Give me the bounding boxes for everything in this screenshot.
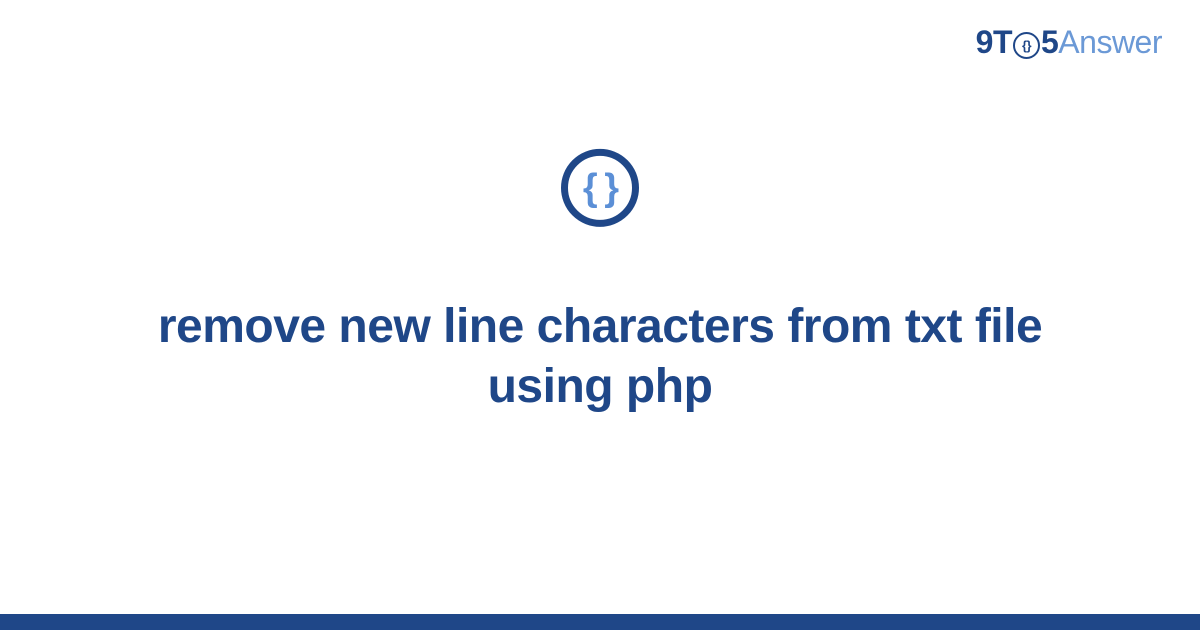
logo-text-5: 5 [1041, 24, 1058, 60]
question-title: remove new line characters from txt file… [120, 297, 1080, 417]
code-braces-icon: { } [583, 166, 617, 209]
category-icon-wrapper: { } [561, 149, 639, 227]
logo-text-9t: 9T [976, 24, 1012, 60]
logo-text-answer: Answer [1058, 24, 1162, 60]
footer-bar [0, 614, 1200, 630]
main-content: { } remove new line characters from txt … [0, 149, 1200, 417]
logo-circle-icon: {} [1013, 32, 1040, 59]
site-logo: 9T{}5Answer [976, 24, 1162, 61]
